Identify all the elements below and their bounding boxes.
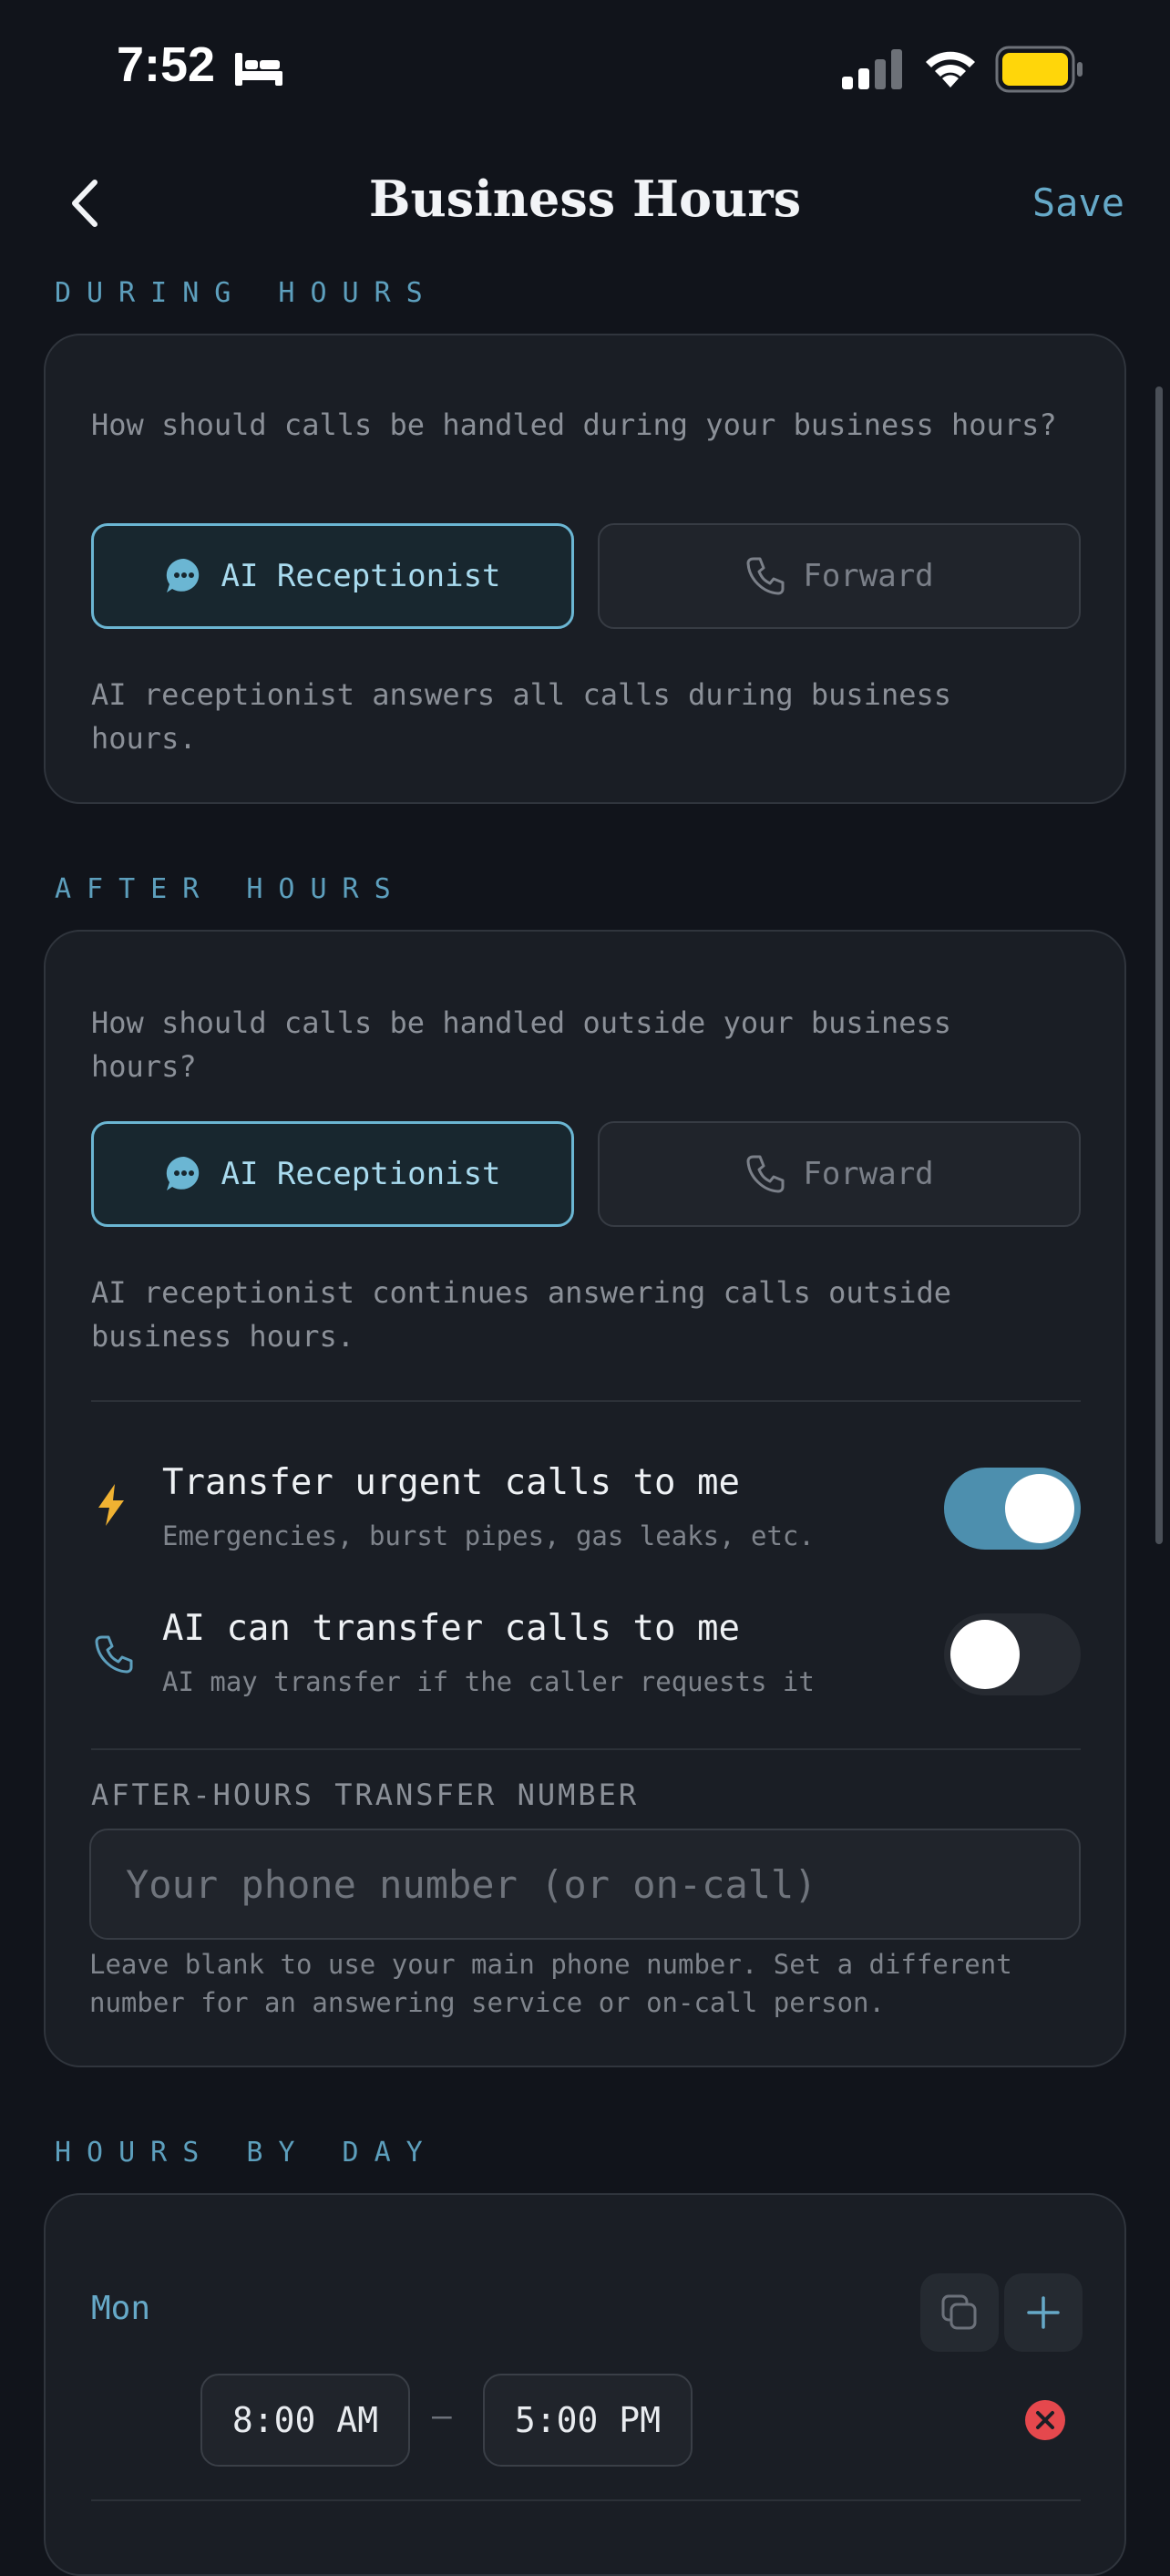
battery-icon xyxy=(995,46,1083,93)
during-hours-card: How should calls be handled during your … xyxy=(44,334,1126,804)
phone-icon xyxy=(746,1155,785,1193)
after-forward-label: Forward xyxy=(803,1156,934,1192)
status-time: 7:52 xyxy=(117,37,216,92)
urgent-transfer-subtitle: Emergencies, burst pipes, gas leaks, etc… xyxy=(162,1520,815,1551)
end-time-button[interactable]: 5:00 PM xyxy=(483,2374,693,2467)
urgent-transfer-title: Transfer urgent calls to me xyxy=(162,1462,740,1503)
copy-hours-button[interactable] xyxy=(920,2273,999,2352)
cellular-signal-icon xyxy=(842,49,902,89)
start-time-button[interactable]: 8:00 AM xyxy=(200,2374,410,2467)
add-hours-button[interactable] xyxy=(1004,2273,1083,2352)
phone-icon xyxy=(746,557,785,595)
transfer-number-label: AFTER-HOURS TRANSFER NUMBER xyxy=(91,1777,640,1812)
urgent-transfer-toggle[interactable] xyxy=(944,1468,1081,1550)
hours-by-day-card: Mon 8:00 AM — 5:00 PM xyxy=(44,2193,1126,2576)
after-hours-description: AI receptionist continues answering call… xyxy=(91,1275,952,1354)
remove-hours-button[interactable] xyxy=(1024,2399,1066,2441)
during-hours-section-label: DURING HOURS xyxy=(55,277,438,309)
after-ai-receptionist-label: AI Receptionist xyxy=(221,1156,501,1192)
hours-by-day-section-label: HOURS BY DAY xyxy=(55,2137,438,2169)
save-button[interactable]: Save xyxy=(1032,180,1124,225)
page-title: Business Hours xyxy=(368,170,802,228)
during-forward-label: Forward xyxy=(803,558,934,594)
toggle-knob xyxy=(950,1620,1020,1689)
ai-transfer-toggle[interactable] xyxy=(944,1613,1081,1695)
transfer-number-field[interactable] xyxy=(89,1829,1081,1940)
during-hours-prompt: How should calls be handled during your … xyxy=(91,407,1057,442)
during-hours-description: AI receptionist answers all calls during… xyxy=(91,677,952,756)
divider xyxy=(91,1400,1081,1402)
scrollbar[interactable] xyxy=(1155,386,1163,1544)
time-separator: — xyxy=(432,2397,452,2435)
phone-icon xyxy=(95,1635,133,1674)
chat-bubble-icon xyxy=(167,1156,200,1190)
transfer-number-input[interactable] xyxy=(126,1861,1079,1907)
divider xyxy=(91,1748,1081,1750)
day-label: Mon xyxy=(91,2290,151,2327)
after-ai-receptionist-option[interactable]: AI Receptionist xyxy=(91,1121,574,1227)
copy-icon xyxy=(941,2294,977,2330)
after-forward-option[interactable]: Forward xyxy=(598,1121,1081,1227)
chat-bubble-icon xyxy=(167,558,200,592)
bed-icon xyxy=(235,53,282,86)
ai-transfer-title: AI can transfer calls to me xyxy=(162,1608,740,1649)
toggle-knob xyxy=(1005,1474,1074,1543)
after-hours-prompt: How should calls be handled outside your… xyxy=(91,1005,952,1084)
during-forward-option[interactable]: Forward xyxy=(598,523,1081,629)
plus-icon xyxy=(1027,2296,1060,2329)
transfer-number-help: Leave blank to use your main phone numbe… xyxy=(89,1949,1012,2018)
during-ai-receptionist-option[interactable]: AI Receptionist xyxy=(91,523,574,629)
during-ai-receptionist-label: AI Receptionist xyxy=(221,558,501,594)
divider xyxy=(91,2499,1081,2501)
wifi-icon xyxy=(926,51,975,88)
ai-transfer-subtitle: AI may transfer if the caller requests i… xyxy=(162,1666,815,1697)
lightning-bolt-icon xyxy=(98,1484,124,1526)
after-hours-section-label: AFTER HOURS xyxy=(55,873,406,905)
